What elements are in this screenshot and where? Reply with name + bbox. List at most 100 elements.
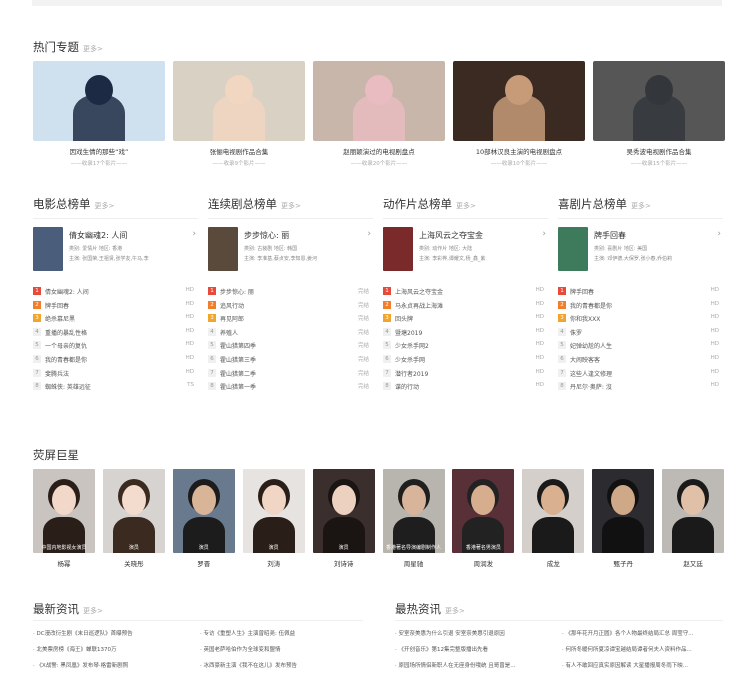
featured-poster[interactable] (383, 227, 413, 271)
news-item-title[interactable]: 冰西豪新主演《我不在这儿》发布预告 (204, 663, 298, 669)
rank-list-item[interactable]: 2 我的青春都是你 HD (558, 299, 723, 313)
rank-list-item[interactable]: 8 霍山猎第一季 完结 (208, 380, 373, 394)
news-item-title[interactable]: 《那年花开月正圆》各个人物最终结局汇总 周莹守... (566, 631, 694, 637)
star-card[interactable]: 赵又廷 (662, 469, 725, 568)
news-item[interactable]: · 冰西豪新主演《我不在这儿》发布预告 (200, 661, 365, 669)
star-photo[interactable] (592, 469, 655, 553)
rank-item-name[interactable]: 丹尼尔·奥萨: 沒 (570, 382, 612, 391)
topic-card[interactable]: 赵丽颖演过的电视剧盘点 ——收录20个影片—— (313, 61, 445, 167)
rank-item-name[interactable]: 这些人逢文修理 (570, 369, 612, 378)
rank-list-item[interactable]: 3 绝杀慕尼黑 HD (33, 312, 198, 326)
rank-list-item[interactable]: 4 侏罗 HD (558, 326, 723, 340)
news-item[interactable]: · 《开创音乐》第12集完整版播出先看 (395, 645, 558, 653)
topic-card[interactable]: 张俪电视剧作品合集 ——收录9个影片—— (173, 61, 305, 167)
featured-title[interactable]: 上海风云之夺宝金 (419, 230, 483, 241)
star-name[interactable]: 甄子丹 (592, 558, 654, 568)
star-name[interactable]: 周星驰 (383, 558, 445, 568)
rank-list-item[interactable]: 6 少女杀手网 HD (383, 353, 548, 367)
star-photo[interactable]: 香港著名导演编剧制作人 (382, 469, 445, 553)
star-photo[interactable] (662, 469, 725, 553)
featured-title[interactable]: 步步惊心: 丽 (244, 230, 289, 241)
star-name[interactable]: 关晓彤 (103, 558, 165, 568)
latest-news-more-link[interactable]: 更多> (83, 607, 103, 615)
rank-list-item[interactable]: 5 一个母亲的复仇 HD (33, 339, 198, 353)
topic-image[interactable] (173, 61, 305, 141)
rank-list-item[interactable]: 2 牌手回春 HD (33, 299, 198, 313)
star-name[interactable]: 杨幂 (33, 558, 95, 568)
rank-list-item[interactable]: 4 重播的暴乱性格 HD (33, 326, 198, 340)
star-card[interactable]: 演员 刘诗诗 (312, 469, 375, 568)
rank-item-name[interactable]: 重播的暴乱性格 (45, 328, 87, 337)
star-card[interactable]: 中国内地影视女演员杨幂 (33, 469, 95, 568)
topic-image[interactable] (453, 61, 585, 141)
topic-image[interactable] (33, 61, 165, 141)
rank-item-name[interactable]: 追风行动 (220, 301, 244, 310)
rank-item-name[interactable]: 少女杀手网2 (395, 341, 429, 350)
rank-more-link[interactable]: 更多> (281, 202, 301, 210)
rank-item-name[interactable]: 霍山猎第二季 (220, 369, 256, 378)
rank-item-name[interactable]: 潜行者2019 (395, 369, 428, 378)
news-item-title[interactable]: 英国老萨哈伯作为全球变和盟情 (204, 647, 281, 653)
rank-item-name[interactable]: 霍山猎第三季 (220, 355, 256, 364)
chevron-right-icon[interactable]: › (717, 229, 721, 239)
topic-card[interactable]: 10部林汉良主演的电视剧盘点 ——收录10个影片—— (453, 61, 585, 167)
rank-list-item[interactable]: 2 追风行动 完结 (208, 299, 373, 313)
news-item[interactable]: · 《X战警: 黑凤凰》发布琴·格雷新剧照 (33, 661, 193, 669)
chevron-right-icon[interactable]: › (542, 229, 546, 239)
rank-item-name[interactable]: 侏罗 (570, 328, 582, 337)
rank-item-name[interactable]: 你和我XXX (570, 314, 600, 323)
topic-title[interactable]: 张俪电视剧作品合集 (173, 146, 305, 156)
rank-list-item[interactable]: 1 倩女幽魂2: 人间 HD (33, 285, 198, 299)
star-card[interactable]: 甄子丹 (592, 469, 655, 568)
star-name[interactable]: 赵又廷 (662, 558, 724, 568)
rank-list-item[interactable]: 7 潜行者2019 HD (383, 367, 548, 381)
hot-news-more-link[interactable]: 更多> (445, 607, 465, 615)
star-photo[interactable]: 演员 (172, 469, 235, 553)
rank-list-item[interactable]: 5 霍山猎第四季 完结 (208, 339, 373, 353)
rank-item-name[interactable]: 牌手回春 (570, 287, 594, 296)
topic-image[interactable] (313, 61, 445, 141)
news-item-title[interactable]: 何所冬暖何所夏凉谭宝越结局谭者何夫人资料作品... (566, 647, 692, 653)
topic-image[interactable] (593, 61, 725, 141)
rank-item-name[interactable]: 霍山猎第一季 (220, 382, 256, 391)
rank-featured-item[interactable]: 上海风云之夺宝金 类别: 动作片 地区: 大陆 主演: 李彩桦,谭耀文,杨_鑫_紫 › (383, 227, 548, 279)
rank-list-item[interactable]: 6 霍山猎第三季 完结 (208, 353, 373, 367)
rank-more-link[interactable]: 更多> (95, 202, 115, 210)
rank-item-name[interactable]: 马永贞再战上海滩 (395, 301, 443, 310)
star-photo[interactable]: 中国内地影视女演员 (33, 469, 95, 553)
news-item-title[interactable]: 《开创音乐》第12集完整版播出先看 (399, 647, 489, 653)
news-item-title[interactable]: 安室奈美惠为什么引退 安室奈美惠引退原因 (399, 631, 505, 637)
rank-list-item[interactable]: 5 妃弹幼尬的人生 HD (558, 339, 723, 353)
star-card[interactable]: 香港著名导演编剧制作人周星驰 (382, 469, 445, 568)
news-item[interactable]: · 专访《重塑人生》主演曾昭尧: 伍佩益 (200, 629, 365, 637)
rank-list-item[interactable]: 2 马永贞再战上海滩 HD (383, 299, 548, 313)
star-photo[interactable]: 香港著名男演员 (452, 469, 515, 553)
rank-list-item[interactable]: 6 我的青春都是你 HD (33, 353, 198, 367)
news-item-title[interactable]: 《X战警: 黑凤凰》发布琴·格雷新剧照 (37, 663, 129, 669)
star-photo[interactable]: 演员 (242, 469, 305, 553)
star-card[interactable]: 演员 罗晋 (172, 469, 235, 568)
rank-list-item[interactable]: 8 蜘蛛侠: 英雄远征 TS (33, 380, 198, 394)
rank-item-name[interactable]: 谍的行动 (395, 382, 419, 391)
topic-title[interactable]: 10部林汉良主演的电视剧盘点 (453, 146, 585, 156)
rank-item-name[interactable]: 蜘蛛侠: 英雄远征 (45, 382, 91, 391)
rank-list-item[interactable]: 3 回头牌 HD (383, 312, 548, 326)
news-item-title[interactable]: 专访《重塑人生》主演曾昭尧: 伍佩益 (204, 631, 296, 637)
rank-list-item[interactable]: 1 上海风云之夺宝金 HD (383, 285, 548, 299)
rank-more-link[interactable]: 更多> (456, 202, 476, 210)
news-item-title[interactable]: 原园场所情侣新职人在无座身份哦统 且哥曾是... (399, 663, 516, 669)
news-item[interactable]: · 安室奈美惠为什么引退 安室奈美惠引退原因 (395, 629, 558, 637)
rank-list-item[interactable]: 8 丹尼尔·奥萨: 沒 HD (558, 380, 723, 394)
rank-item-name[interactable]: 我的青春都是你 (45, 355, 87, 364)
topic-title[interactable]: 因戏生情的那些“戏” (33, 146, 165, 156)
star-card[interactable]: 香港著名男演员 周润发 (452, 469, 515, 568)
rank-item-name[interactable]: 斐腾兵法 (45, 369, 69, 378)
featured-poster[interactable] (33, 227, 63, 271)
chevron-right-icon[interactable]: › (192, 229, 196, 239)
rank-list-item[interactable]: 7 这些人逢文修理 HD (558, 367, 723, 381)
rank-list-item[interactable]: 1 牌手回春 HD (558, 285, 723, 299)
news-item[interactable]: · 英国老萨哈伯作为全球变和盟情 (200, 645, 365, 653)
rank-list-item[interactable]: 6 大闹映客客 HD (558, 353, 723, 367)
rank-list-item[interactable]: 7 斐腾兵法 HD (33, 367, 198, 381)
rank-list-item[interactable]: 4 养殖人 完结 (208, 326, 373, 340)
